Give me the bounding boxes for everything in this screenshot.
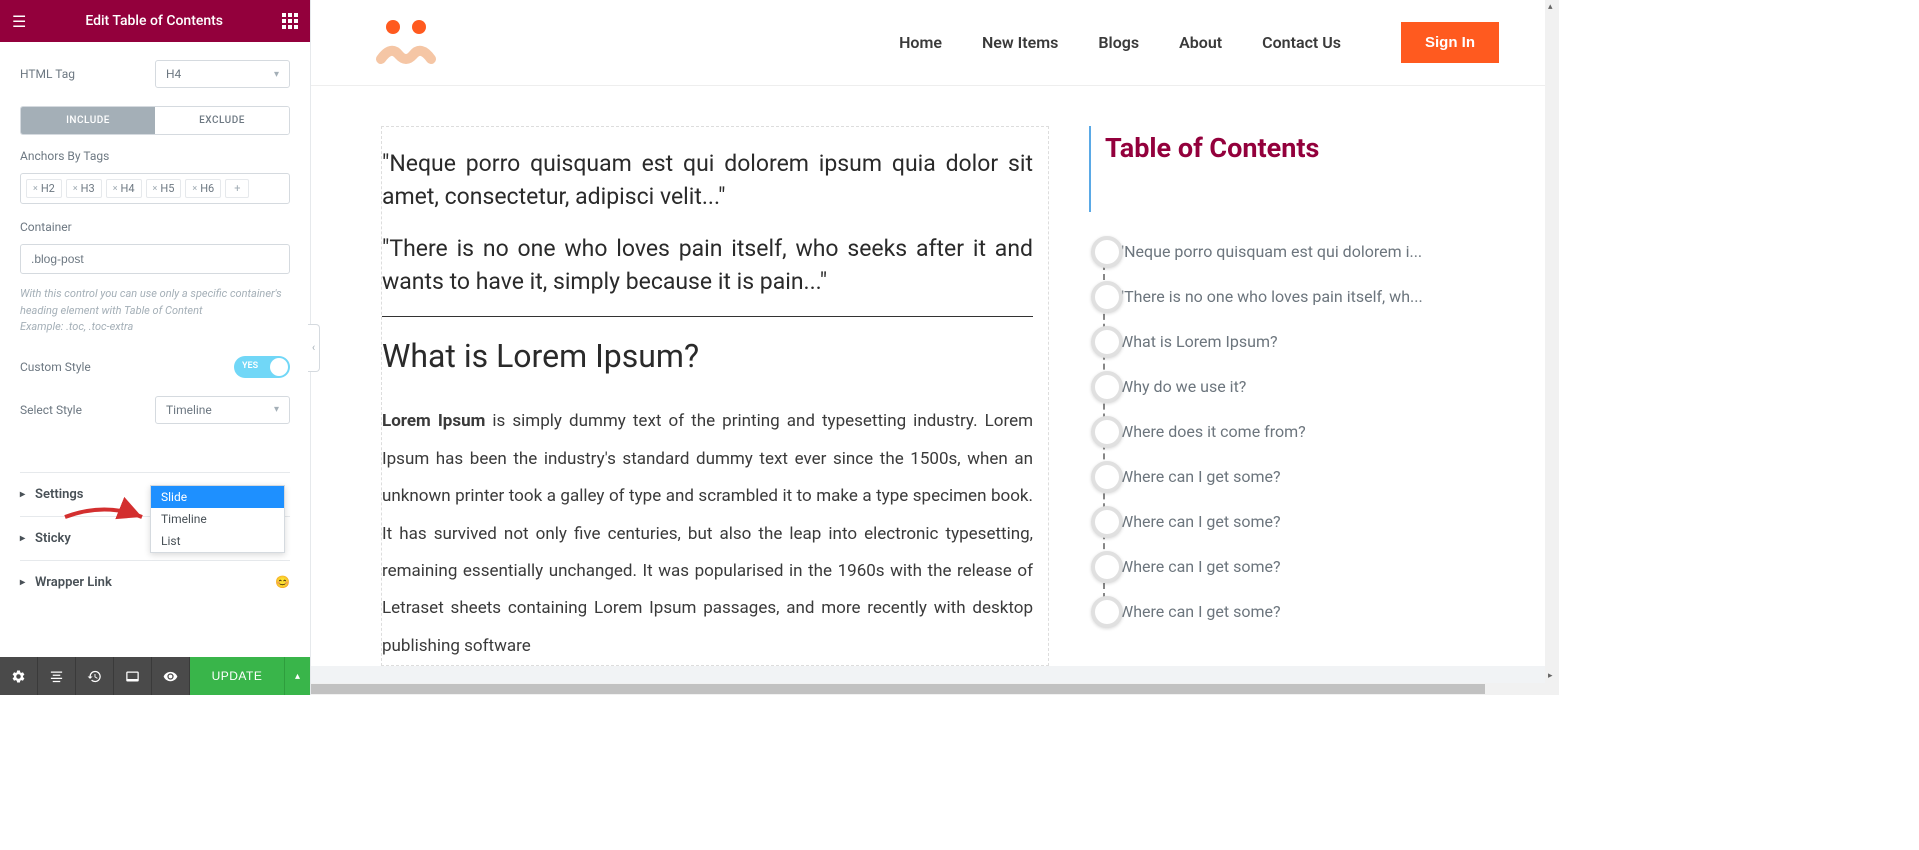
toc-link[interactable]: "There is no one who loves pain itself, … (1119, 287, 1423, 306)
toc-link[interactable]: Why do we use it? (1119, 377, 1246, 396)
anchors-label: Anchors By Tags (20, 149, 290, 163)
settings-icon[interactable] (0, 657, 38, 695)
hamburger-icon[interactable]: ☰ (12, 12, 26, 31)
chevron-down-icon: ▾ (274, 404, 279, 415)
paragraph-1: Lorem Ipsum is simply dummy text of the … (382, 403, 1033, 665)
toc-item: Where can I get some? (1119, 557, 1509, 576)
tag-h5[interactable]: ×H5 (146, 179, 182, 198)
toc-link[interactable]: Where can I get some? (1119, 557, 1281, 576)
include-exclude-tabs: INCLUDE EXCLUDE (20, 106, 290, 135)
nav-about[interactable]: About (1179, 33, 1222, 52)
quote-2: "There is no one who loves pain itself, … (382, 232, 1033, 299)
nav-blogs[interactable]: Blogs (1098, 33, 1139, 52)
collapse-sidebar-handle[interactable]: ‹ (308, 324, 320, 372)
remove-icon[interactable]: × (33, 184, 38, 194)
update-button[interactable]: UPDATE (190, 657, 284, 695)
select-style-dropdown: Slide Timeline List (150, 485, 285, 553)
toc-link[interactable]: What is Lorem Ipsum? (1119, 332, 1278, 351)
chevron-right-icon: ▸ (20, 577, 25, 588)
blog-post: "Neque porro quisquam est qui dolorem ip… (381, 126, 1049, 666)
vertical-scrollbar[interactable]: ▴ ▸ (1545, 0, 1559, 695)
preview-icon[interactable] (152, 657, 190, 695)
site-logo[interactable] (371, 13, 441, 73)
remove-icon[interactable]: × (153, 184, 158, 194)
toc-link[interactable]: Where can I get some? (1119, 602, 1281, 621)
toc-item: Where does it come from? (1119, 422, 1509, 441)
toc-item: Where can I get some? (1119, 512, 1509, 531)
sidebar-header: ☰ Edit Table of Contents (0, 0, 310, 42)
html-tag-select[interactable]: H4 ▾ (155, 60, 290, 88)
select-style-select[interactable]: Timeline ▾ (155, 396, 290, 424)
site-header: Home New Items Blogs About Contact Us Si… (311, 0, 1559, 86)
toc-item: Where can I get some? (1119, 467, 1509, 486)
tab-include[interactable]: INCLUDE (21, 107, 155, 134)
select-style-label: Select Style (20, 403, 155, 417)
scroll-down-icon[interactable]: ▸ (1548, 671, 1553, 681)
chevron-down-icon: ▾ (274, 69, 279, 80)
tag-h2[interactable]: ×H2 (26, 179, 62, 198)
container-help: With this control you can use only a spe… (20, 286, 290, 336)
toc-item: What is Lorem Ipsum? (1119, 332, 1509, 351)
nav-new-items[interactable]: New Items (982, 33, 1058, 52)
update-caret[interactable]: ▴ (284, 657, 310, 695)
toc-title: Table of Contents (1089, 126, 1509, 212)
custom-style-label: Custom Style (20, 360, 91, 374)
main-nav: Home New Items Blogs About Contact Us (899, 33, 1341, 52)
responsive-icon[interactable] (114, 657, 152, 695)
chevron-right-icon: ▸ (20, 533, 25, 544)
remove-icon[interactable]: × (192, 184, 197, 194)
tab-exclude[interactable]: EXCLUDE (155, 107, 289, 134)
quote-1: "Neque porro quisquam est qui dolorem ip… (382, 147, 1033, 214)
toc-item: "Neque porro quisquam est qui dolorem i.… (1119, 242, 1509, 261)
divider (382, 316, 1033, 317)
custom-style-toggle[interactable]: YES (234, 356, 290, 378)
accordion-wrapper-link[interactable]: ▸ Wrapper Link 😊 (20, 560, 290, 604)
horizontal-scrollbar[interactable] (311, 683, 1547, 695)
container-input[interactable] (20, 244, 290, 274)
toc-item: Why do we use it? (1119, 377, 1509, 396)
tag-h4[interactable]: ×H4 (106, 179, 142, 198)
toc-link[interactable]: Where can I get some? (1119, 512, 1281, 531)
style-option-slide[interactable]: Slide (151, 486, 284, 508)
html-tag-label: HTML Tag (20, 67, 155, 81)
container-label: Container (20, 220, 290, 234)
apps-icon[interactable] (282, 13, 298, 29)
style-option-list[interactable]: List (151, 530, 284, 552)
toc-item: Where can I get some? (1119, 602, 1509, 621)
chevron-right-icon: ▸ (20, 489, 25, 500)
remove-icon[interactable]: × (73, 184, 78, 194)
nav-home[interactable]: Home (899, 33, 942, 52)
preview-canvas: Home New Items Blogs About Contact Us Si… (311, 0, 1559, 695)
toc-list: "Neque porro quisquam est qui dolorem i.… (1089, 242, 1509, 621)
history-icon[interactable] (76, 657, 114, 695)
nav-contact[interactable]: Contact Us (1262, 33, 1341, 52)
anchor-tags-input[interactable]: ×H2 ×H3 ×H4 ×H5 ×H6 + (20, 173, 290, 204)
remove-icon[interactable]: × (113, 184, 118, 194)
style-option-timeline[interactable]: Timeline (151, 508, 284, 530)
sidebar-footer: UPDATE ▴ (0, 657, 310, 695)
sidebar-body: HTML Tag H4 ▾ INCLUDE EXCLUDE Anchors By… (0, 42, 310, 657)
toc-link[interactable]: "Neque porro quisquam est qui dolorem i.… (1119, 242, 1422, 261)
scroll-up-icon[interactable]: ▴ (1548, 2, 1553, 12)
toc-widget: Table of Contents "Neque porro quisquam … (1089, 126, 1509, 666)
heading-what-is: What is Lorem Ipsum? (382, 337, 1033, 375)
tag-h6[interactable]: ×H6 (185, 179, 221, 198)
sidebar-title: Edit Table of Contents (85, 13, 223, 29)
add-tag-button[interactable]: + (225, 179, 249, 198)
toc-link[interactable]: Where can I get some? (1119, 467, 1281, 486)
navigator-icon[interactable] (38, 657, 76, 695)
toc-link[interactable]: Where does it come from? (1119, 422, 1306, 441)
editor-sidebar: ☰ Edit Table of Contents HTML Tag H4 ▾ I… (0, 0, 311, 695)
link-icon: 😊 (275, 575, 290, 589)
toc-item: "There is no one who loves pain itself, … (1119, 287, 1509, 306)
tag-h3[interactable]: ×H3 (66, 179, 102, 198)
sign-in-button[interactable]: Sign In (1401, 22, 1499, 63)
